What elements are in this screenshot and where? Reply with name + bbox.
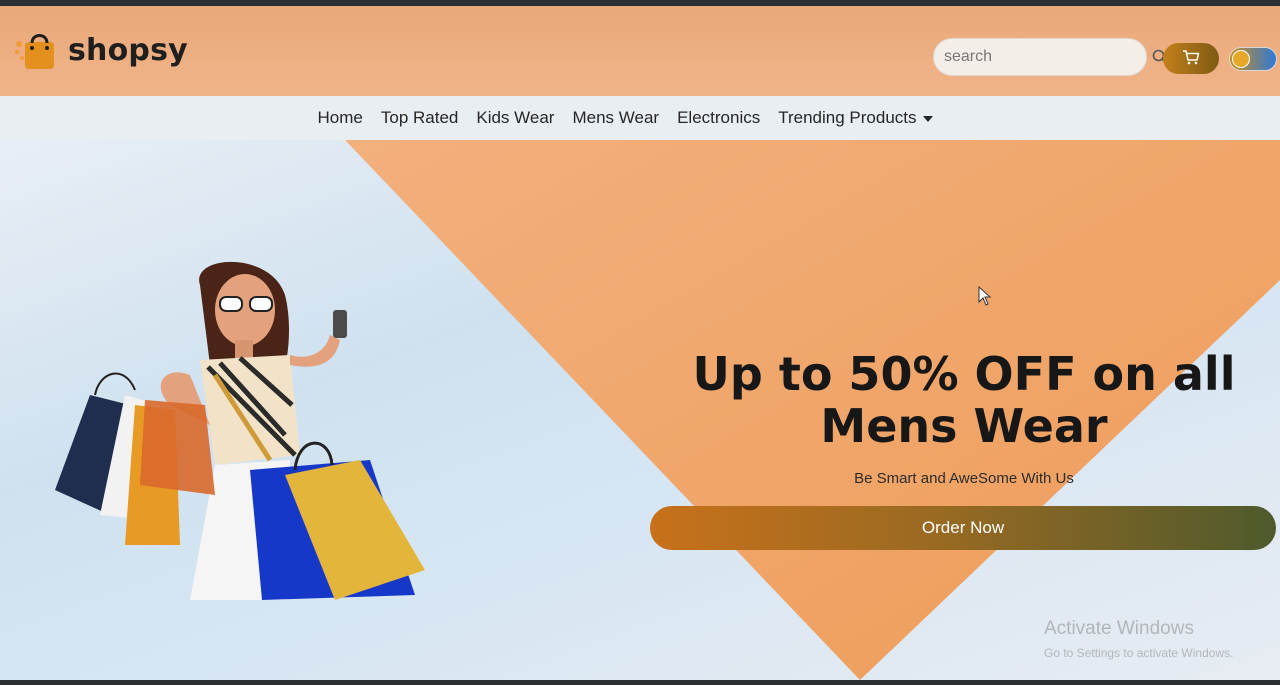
- woman-with-shopping-bags: [40, 255, 440, 610]
- brand-logo[interactable]: shopsy: [14, 30, 188, 70]
- cart-button[interactable]: [1163, 43, 1219, 74]
- nav-item-electronics[interactable]: Electronics: [677, 108, 760, 128]
- site-header: shopsy: [0, 0, 1280, 96]
- caret-down-icon: [922, 116, 933, 122]
- search-box: [933, 38, 1167, 76]
- mouse-pointer-icon: [978, 286, 992, 306]
- watermark-subtitle: Go to Settings to activate Windows.: [1044, 646, 1234, 660]
- hero-subtitle: Be Smart and AweSome With Us: [854, 470, 1074, 487]
- order-now-button[interactable]: Order Now: [650, 506, 1276, 550]
- nav-item-top-rated[interactable]: Top Rated: [381, 108, 459, 128]
- nav-dropdown-trending[interactable]: Trending Products: [778, 108, 933, 128]
- nav-item-kids-wear[interactable]: Kids Wear: [476, 108, 554, 128]
- search-input[interactable]: [944, 48, 1151, 66]
- toggle-knob: [1232, 50, 1250, 68]
- main-nav: Home Top Rated Kids Wear Mens Wear Elect…: [0, 96, 1280, 140]
- screen-bezel: [0, 680, 1280, 685]
- nav-item-trending-products[interactable]: Trending Products: [778, 108, 916, 128]
- shopping-bag-icon: [14, 30, 56, 70]
- nav-item-mens-wear[interactable]: Mens Wear: [572, 108, 659, 128]
- nav-item-home[interactable]: Home: [318, 108, 363, 128]
- page: shopsy Home: [0, 0, 1280, 685]
- hero-title: Up to 50% OFF on all Mens Wear: [692, 347, 1236, 453]
- hero-banner: Up to 50% OFF on all Mens Wear Be Smart …: [0, 140, 1280, 685]
- watermark-title: Activate Windows: [1044, 618, 1194, 639]
- brand-name: shopsy: [68, 32, 188, 68]
- theme-toggle[interactable]: [1229, 47, 1277, 71]
- activation-watermark: Activate Windows Go to Settings to activ…: [1044, 618, 1233, 660]
- cart-icon: [1182, 49, 1200, 68]
